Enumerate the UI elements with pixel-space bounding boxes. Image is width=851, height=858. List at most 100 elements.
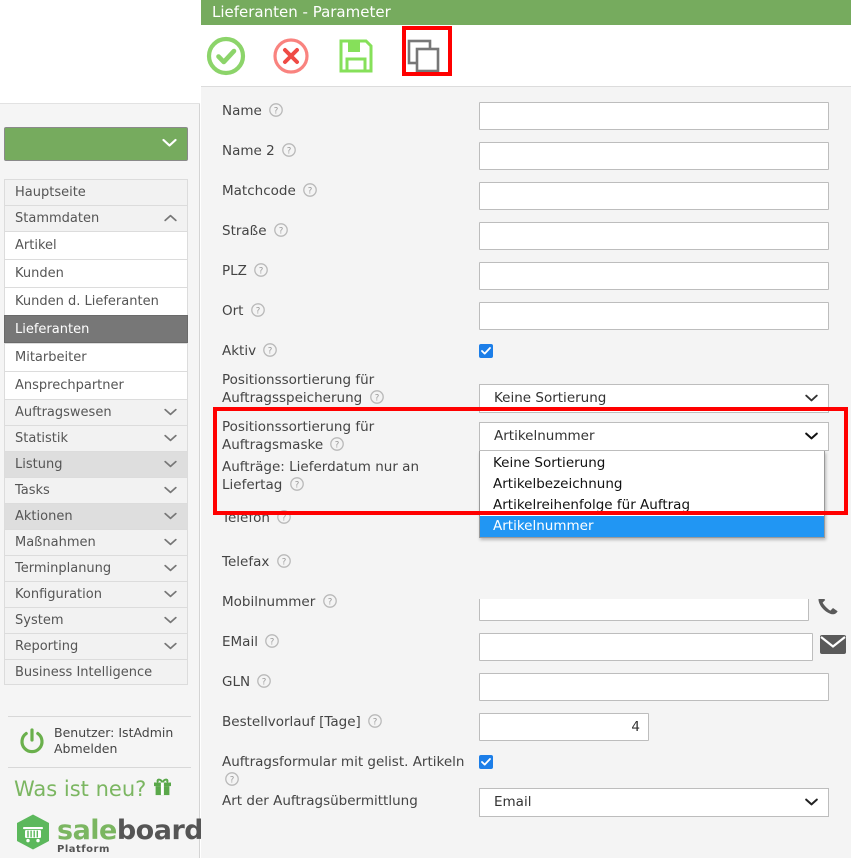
question-circle-icon[interactable]: ? — [225, 772, 239, 786]
sidebar-item-kunden[interactable]: Kunden — [4, 259, 188, 287]
ort-input[interactable] — [479, 302, 829, 330]
power-icon — [18, 727, 46, 755]
question-circle-icon[interactable]: ? — [282, 143, 296, 157]
question-circle-icon[interactable]: ? — [269, 103, 283, 117]
company-select[interactable] — [4, 127, 188, 161]
question-circle-icon[interactable]: ? — [303, 183, 317, 197]
question-circle-icon[interactable]: ? — [276, 554, 291, 568]
sidebar-item-konfiguration[interactable]: Konfiguration — [4, 581, 188, 607]
email-input[interactable] — [479, 633, 813, 661]
sidebar-item-label: Aktionen — [15, 509, 73, 524]
cancel-button[interactable] — [267, 32, 315, 80]
field-label: Bestellvorlauf [Tage] ? — [222, 713, 472, 731]
check-icon — [481, 347, 491, 355]
field-label: Positionssortierung für Auftragsmaske ? — [222, 418, 472, 454]
positionssortierung-speicherung-select[interactable]: Keine Sortierung — [479, 384, 829, 413]
sidebar-item-auftragswesen[interactable]: Auftragswesen — [4, 399, 188, 425]
field-control — [479, 142, 829, 170]
sidebar-item-listung[interactable]: Listung — [4, 451, 188, 477]
sidebar-item-label: Auftragswesen — [15, 405, 112, 420]
name2-input[interactable] — [479, 142, 829, 170]
sidebar-item-business-intelligence[interactable]: Business Intelligence — [4, 659, 188, 685]
auftragsuebermittlung-select[interactable]: Email — [479, 788, 829, 817]
chevron-down-icon — [164, 478, 177, 503]
dropdown-selected-value[interactable]: Artikelnummer — [479, 422, 829, 451]
sidebar-item-reporting[interactable]: Reporting — [4, 633, 188, 659]
plz-input[interactable] — [479, 262, 829, 290]
field-control — [479, 262, 829, 290]
dropdown-option[interactable]: Keine Sortierung — [480, 453, 824, 474]
field-label: GLN ? — [222, 673, 472, 691]
label-text: Name 2 — [222, 143, 275, 159]
whats-new-link[interactable]: Was ist neu? — [0, 768, 199, 807]
field-label: Name 2 ? — [222, 142, 472, 160]
sidebar-item-aktionen[interactable]: Aktionen — [4, 503, 188, 529]
chevron-down-icon — [164, 504, 177, 529]
sidebar-item-kunden-d-lieferanten[interactable]: Kunden d. Lieferanten — [4, 287, 188, 315]
question-circle-icon[interactable]: ? — [330, 437, 345, 451]
sidebar-footer: Benutzer: IstAdmin Abmelden Was ist neu? — [0, 716, 204, 858]
confirm-button[interactable] — [202, 32, 250, 80]
select-value: Keine Sortierung — [494, 390, 607, 406]
question-circle-icon[interactable]: ? — [322, 594, 337, 608]
dropdown-option[interactable]: Artikelbezeichnung — [480, 474, 824, 495]
chevron-down-icon — [164, 530, 177, 555]
label-text: Mobilnummer — [222, 594, 316, 610]
matchcode-input[interactable] — [479, 182, 829, 210]
sidebar-item-massnahmen[interactable]: Maßnahmen — [4, 529, 188, 555]
name-input[interactable] — [479, 102, 829, 130]
bestellvorlauf-input[interactable] — [479, 713, 649, 741]
sidebar-item-label: Tasks — [15, 483, 50, 498]
chevron-down-icon — [164, 634, 177, 659]
logout-link[interactable]: Abmelden — [54, 741, 117, 756]
supplier-parameter-form: Name ? 1 — [201, 88, 851, 858]
aktiv-checkbox[interactable] — [479, 344, 493, 358]
svg-text:?: ? — [230, 775, 235, 785]
sidebar-item-mitarbeiter[interactable]: Mitarbeiter — [4, 343, 188, 371]
svg-text:?: ? — [259, 266, 264, 276]
envelope-icon[interactable] — [819, 633, 847, 659]
label-text: Straße — [222, 223, 267, 239]
question-circle-icon[interactable]: ? — [369, 390, 384, 404]
sidebar-item-statistik[interactable]: Statistik — [4, 425, 188, 451]
brand-platform: Platform — [57, 844, 110, 855]
question-circle-icon[interactable]: ? — [257, 674, 272, 688]
sidebar-item-ansprechpartner[interactable]: Ansprechpartner — [4, 371, 188, 399]
question-circle-icon[interactable]: ? — [368, 714, 382, 728]
question-circle-icon[interactable]: ? — [273, 223, 288, 237]
label-text: Positionssortierung für Auftragsmaske — [222, 419, 375, 453]
question-circle-icon[interactable]: ? — [250, 303, 265, 317]
field-control — [479, 342, 493, 358]
chevron-down-icon — [805, 385, 818, 412]
dropdown-options-list: Keine Sortierung Artikelbezeichnung Arti… — [479, 451, 825, 538]
label-text: Telefax — [222, 554, 270, 570]
sidebar-item-terminplanung[interactable]: Terminplanung — [4, 555, 188, 581]
sidebar-item-artikel[interactable]: Artikel — [4, 231, 188, 259]
chevron-down-icon — [164, 400, 177, 425]
save-button[interactable] — [332, 32, 380, 80]
chevron-down-icon — [164, 426, 177, 451]
sidebar-item-lieferanten[interactable]: Lieferanten — [4, 315, 188, 343]
sidebar-item-label: Kunden — [15, 266, 64, 281]
sidebar-item-system[interactable]: System — [4, 607, 188, 633]
field-label: Ort ? — [222, 302, 472, 320]
question-circle-icon[interactable]: ? — [289, 477, 304, 491]
question-circle-icon[interactable]: ? — [254, 263, 269, 277]
label-text: Auftragsformular mit gelist. Artikeln — [222, 754, 465, 770]
sidebar-item-hauptseite[interactable]: Hauptseite — [4, 179, 188, 205]
chevron-up-icon — [164, 206, 177, 231]
dropdown-option-selected[interactable]: Artikelnummer — [480, 516, 824, 537]
auftragsformular-checkbox[interactable] — [479, 755, 493, 769]
svg-text:?: ? — [270, 637, 275, 647]
question-circle-icon[interactable]: ? — [265, 634, 280, 648]
question-circle-icon[interactable]: ? — [263, 343, 278, 357]
strasse-input[interactable] — [479, 222, 829, 250]
dropdown-option[interactable]: Artikelreihenfolge für Auftrag — [480, 495, 824, 516]
question-circle-icon[interactable]: ? — [277, 510, 292, 524]
field-control — [479, 182, 829, 210]
sidebar-item-stammdaten[interactable]: Stammdaten — [4, 205, 188, 231]
copy-button[interactable] — [399, 32, 447, 80]
gln-input[interactable] — [479, 673, 829, 701]
user-logout-row[interactable]: Benutzer: IstAdmin Abmelden — [0, 717, 199, 767]
sidebar-item-tasks[interactable]: Tasks — [4, 477, 188, 503]
